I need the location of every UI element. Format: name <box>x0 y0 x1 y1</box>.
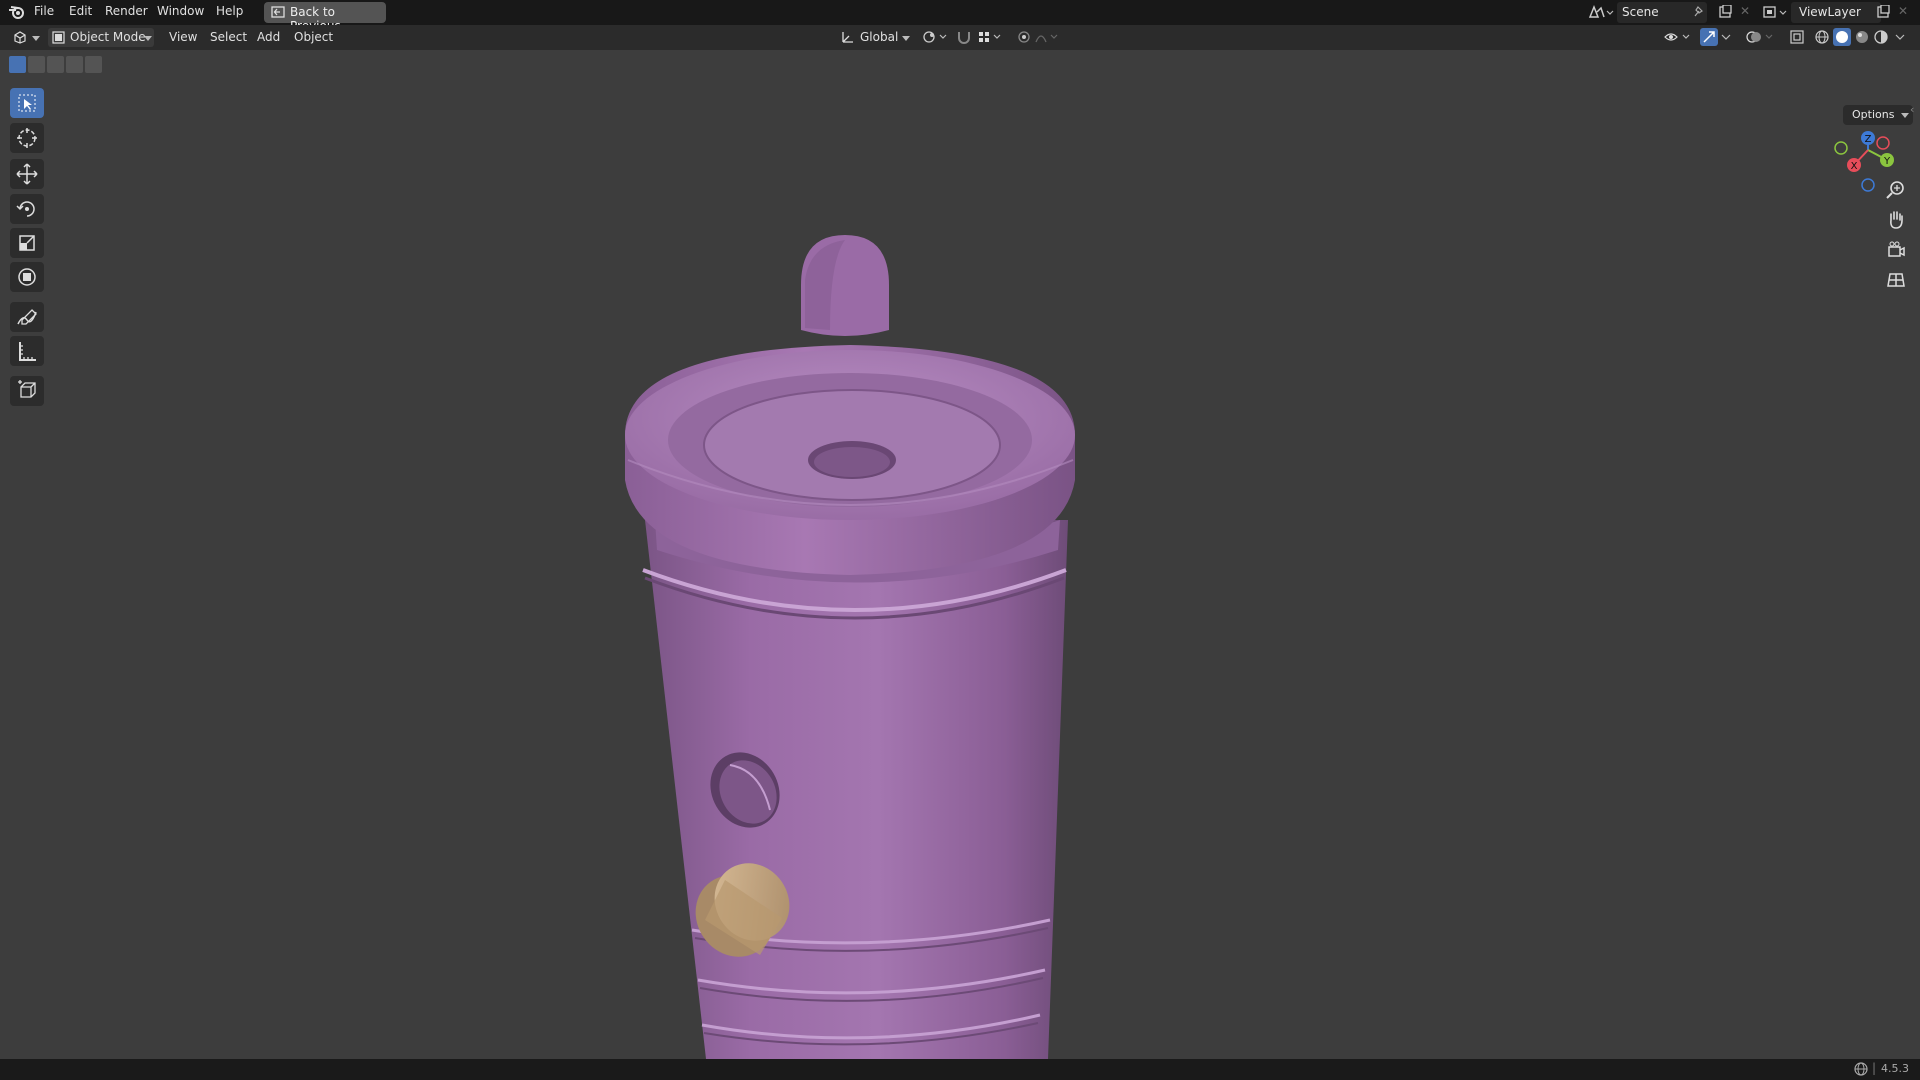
chevron-down-icon <box>144 36 152 41</box>
visibility-dropdown-icon[interactable] <box>1663 30 1693 47</box>
blender-logo-icon[interactable] <box>8 4 26 20</box>
object-mode-icon <box>52 31 65 47</box>
view-layer-icon[interactable] <box>1762 4 1788 23</box>
grid-icon <box>1887 273 1905 287</box>
view-layer-name: ViewLayer <box>1799 5 1861 19</box>
scene-name: Scene <box>1622 5 1659 19</box>
camera-icon <box>1888 241 1905 257</box>
menu-edit[interactable]: Edit <box>69 4 92 18</box>
menu-select[interactable]: Select <box>210 30 247 44</box>
gizmo-neg-z-axis[interactable] <box>1861 178 1875 192</box>
xray-toggle-icon[interactable] <box>1790 30 1804 47</box>
status-bar: | 4.5.3 <box>0 1059 1920 1080</box>
solid-shading-icon[interactable] <box>1833 28 1851 46</box>
perspective-toggle-button[interactable] <box>1882 266 1910 294</box>
back-to-previous-button[interactable]: Back to Previous <box>264 2 386 33</box>
status-divider: | <box>1872 1061 1877 1075</box>
pivot-point-icon[interactable] <box>922 30 950 47</box>
chevron-down-icon <box>32 36 40 41</box>
top-menu-bar: File Edit Render Window Help Back to Pre… <box>0 0 1920 33</box>
menu-add[interactable]: Add <box>257 30 280 44</box>
back-icon <box>271 6 285 21</box>
scene-icon[interactable] <box>1588 4 1614 23</box>
options-dropdown[interactable]: Options <box>1843 105 1913 125</box>
material-shading-icon[interactable] <box>1855 30 1869 47</box>
scene-model-render[interactable] <box>0 50 1920 1059</box>
3d-viewport-icon <box>12 30 28 47</box>
shading-dropdown-icon[interactable] <box>1894 30 1906 47</box>
network-icon[interactable] <box>1854 1062 1868 1079</box>
zoom-icon <box>1886 181 1904 199</box>
chevron-down-icon <box>902 36 910 41</box>
transform-orientation-dropdown[interactable]: Global <box>836 28 912 47</box>
orientation-label: Global <box>860 30 899 44</box>
3d-viewport[interactable]: Z Y X Options ‹ <box>0 50 1920 1059</box>
proportional-falloff-icon[interactable] <box>1034 30 1062 47</box>
view-layer-field[interactable]: ViewLayer <box>1791 2 1881 23</box>
menu-render[interactable]: Render <box>105 4 148 18</box>
gizmo-dropdown-icon[interactable] <box>1720 30 1732 47</box>
options-label: Options <box>1852 108 1895 121</box>
menu-view[interactable]: View <box>169 30 197 44</box>
delete-scene-icon[interactable]: ✕ <box>1740 4 1750 18</box>
new-scene-icon[interactable] <box>1718 4 1732 22</box>
menu-help[interactable]: Help <box>216 4 243 18</box>
object-mode-dropdown[interactable]: Object Mode <box>48 28 154 47</box>
gizmo-neg-y-axis[interactable] <box>1834 141 1848 155</box>
sidebar-toggle-icon[interactable]: ‹ <box>1910 103 1914 116</box>
hand-icon <box>1890 211 1903 229</box>
gizmo-y-label: Y <box>1883 156 1891 167</box>
zoom-button[interactable] <box>1882 176 1910 204</box>
menu-object[interactable]: Object <box>294 30 333 44</box>
editor-type-dropdown[interactable] <box>8 28 42 47</box>
delete-view-layer-icon[interactable]: ✕ <box>1898 4 1908 18</box>
pin-icon[interactable] <box>1692 5 1704 22</box>
menu-file[interactable]: File <box>34 4 54 18</box>
new-view-layer-icon[interactable] <box>1876 4 1890 22</box>
snap-target-icon[interactable] <box>977 30 1005 47</box>
gizmo-toggle-icon[interactable] <box>1700 28 1718 46</box>
snap-toggle-icon[interactable] <box>956 30 972 47</box>
viewport-header: Object Mode View Select Add Object Globa… <box>0 25 1920 50</box>
object-mode-label: Object Mode <box>70 30 146 44</box>
pan-button[interactable] <box>1882 206 1910 234</box>
chevron-down-icon <box>1901 113 1909 118</box>
gizmo-x-label: X <box>1851 161 1858 172</box>
proportional-editing-icon[interactable] <box>1017 30 1031 47</box>
rendered-shading-icon[interactable] <box>1874 30 1888 47</box>
gizmo-z-label: Z <box>1865 134 1872 145</box>
orientation-icon <box>840 30 854 47</box>
overlays-toggle-icon[interactable] <box>1746 29 1776 48</box>
scene-name-field[interactable]: Scene <box>1617 2 1707 23</box>
camera-view-button[interactable] <box>1882 236 1910 264</box>
gizmo-neg-x-axis[interactable] <box>1876 136 1890 150</box>
menu-window[interactable]: Window <box>157 4 204 18</box>
version-label: 4.5.3 <box>1881 1062 1909 1075</box>
wireframe-shading-icon[interactable] <box>1815 30 1829 47</box>
